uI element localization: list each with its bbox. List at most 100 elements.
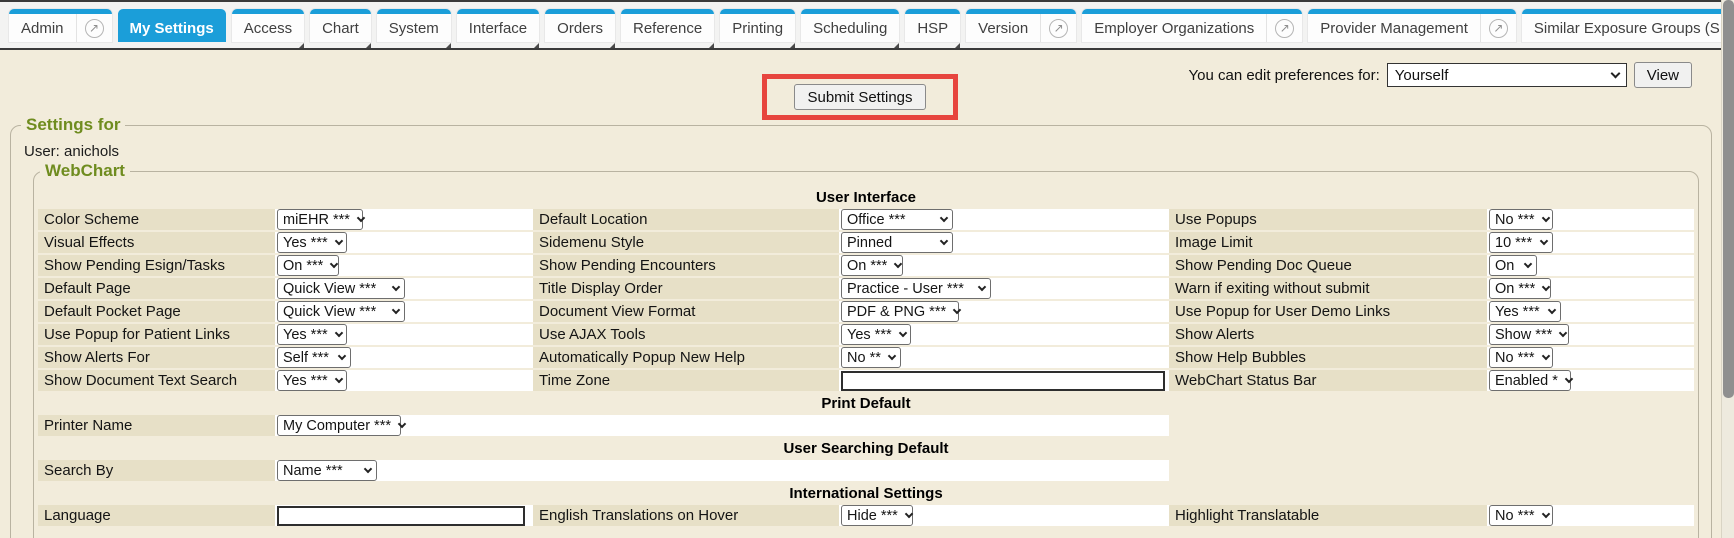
tab-admin-external-link[interactable]: ↗ <box>76 14 112 42</box>
webchart-status-bar-select[interactable]: Enabled * <box>1489 370 1571 391</box>
use-popups-select[interactable]: No *** <box>1489 209 1553 230</box>
visual-effects-select[interactable]: Yes *** <box>277 232 347 253</box>
english-translations-on-hover-select[interactable]: Hide *** <box>841 505 913 526</box>
use-popup-user-demo-links-select[interactable]: Yes *** <box>1489 301 1561 322</box>
table-row: Default Pocket Page Quick View *** Docum… <box>38 301 1694 322</box>
use-popup-patient-links-select[interactable]: Yes *** <box>277 324 347 345</box>
color-scheme-select[interactable]: miEHR *** <box>277 209 363 230</box>
setting-label: Visual Effects <box>38 232 275 253</box>
tab-orders[interactable]: Orders <box>545 9 615 42</box>
table-row: Printer Name My Computer *** <box>38 415 1694 436</box>
use-ajax-tools-select[interactable]: Yes *** <box>841 324 911 345</box>
select-value: Hide *** <box>847 508 898 524</box>
sidemenu-style-select[interactable]: Pinned <box>841 232 953 253</box>
section-header-user-interface: User Interface <box>38 187 1694 207</box>
tab-chart[interactable]: Chart <box>310 9 371 42</box>
menu-corner-icon <box>534 43 539 48</box>
setting-label: Default Page <box>38 278 275 299</box>
select-value: No *** <box>1495 350 1535 366</box>
tab-hsp[interactable]: HSP <box>905 9 960 42</box>
scrollbar-thumb[interactable] <box>1723 0 1734 398</box>
chevron-down-icon <box>334 328 342 336</box>
section-header-international-settings: International Settings <box>38 483 1694 503</box>
select-value: Yes *** <box>283 373 328 389</box>
select-value: My Computer *** <box>283 418 391 434</box>
warn-if-exiting-select[interactable]: On *** <box>1489 278 1551 299</box>
show-document-text-search-select[interactable]: Yes *** <box>277 370 347 391</box>
select-value: Yes *** <box>283 235 328 251</box>
time-zone-input[interactable] <box>841 371 1165 391</box>
vertical-scrollbar[interactable] <box>1721 0 1734 538</box>
tab-interface[interactable]: Interface <box>457 9 539 42</box>
show-pending-esign-tasks-select[interactable]: On *** <box>277 255 339 276</box>
tab-employer-organizations-external-link[interactable]: ↗ <box>1266 14 1302 42</box>
document-view-format-select[interactable]: PDF & PNG *** <box>841 301 959 322</box>
select-value: No ** <box>847 350 881 366</box>
tab-employer-organizations[interactable]: Employer Organizations ↗ <box>1082 9 1302 42</box>
tab-reference-label: Reference <box>621 14 714 42</box>
default-page-select[interactable]: Quick View *** <box>277 278 405 299</box>
tab-printing[interactable]: Printing <box>720 9 795 42</box>
tab-my-settings[interactable]: My Settings <box>118 9 226 42</box>
tab-orders-label: Orders <box>545 14 615 42</box>
select-value: Yes *** <box>1495 304 1540 320</box>
chevron-down-icon <box>1541 509 1549 517</box>
tab-admin[interactable]: Admin ↗ <box>9 9 112 42</box>
chevron-down-icon <box>1610 68 1620 78</box>
select-value: Yes *** <box>847 327 892 343</box>
setting-label: Show Pending Doc Queue <box>1169 255 1487 276</box>
image-limit-select[interactable]: 10 *** <box>1489 232 1553 253</box>
submit-settings-button[interactable]: Submit Settings <box>794 84 925 110</box>
external-link-icon: ↗ <box>85 19 104 38</box>
setting-label: Use AJAX Tools <box>533 324 839 345</box>
printer-name-select[interactable]: My Computer *** <box>277 415 401 436</box>
tab-version-label: Version <box>966 14 1040 42</box>
chevron-down-icon <box>905 509 913 517</box>
show-alerts-select[interactable]: Show *** <box>1489 324 1569 345</box>
menu-corner-icon <box>299 43 304 48</box>
default-location-select[interactable]: Office *** <box>841 209 953 230</box>
tab-reference[interactable]: Reference <box>621 9 714 42</box>
setting-label: Show Pending Esign/Tasks <box>38 255 275 276</box>
show-alerts-for-select[interactable]: Self *** <box>277 347 351 368</box>
tab-similar-exposure-groups-label: Similar Exposure Groups (SEGs) <box>1522 14 1734 42</box>
language-input[interactable] <box>277 506 525 526</box>
setting-label: Show Alerts <box>1169 324 1487 345</box>
select-value: 10 *** <box>1495 235 1532 251</box>
setting-label: Document View Format <box>533 301 839 322</box>
my-settings-page: Admin ↗ My Settings Access Chart System … <box>0 0 1734 538</box>
tab-access[interactable]: Access <box>232 9 304 42</box>
show-pending-doc-queue-select[interactable]: On <box>1489 255 1537 276</box>
show-help-bubbles-select[interactable]: No *** <box>1489 347 1553 368</box>
select-value: Office *** <box>847 212 906 228</box>
auto-popup-new-help-select[interactable]: No ** <box>841 347 901 368</box>
chevron-down-icon <box>1540 236 1548 244</box>
tab-system[interactable]: System <box>377 9 451 42</box>
external-link-icon: ↗ <box>1275 19 1294 38</box>
tab-scheduling[interactable]: Scheduling <box>801 9 899 42</box>
setting-label: English Translations on Hover <box>533 505 839 526</box>
edit-preferences-select[interactable]: Yourself <box>1387 63 1627 87</box>
search-by-select[interactable]: Name *** <box>277 460 377 481</box>
setting-label: Show Help Bubbles <box>1169 347 1487 368</box>
setting-label: Sidemenu Style <box>533 232 839 253</box>
tab-access-label: Access <box>232 14 304 42</box>
select-value: On *** <box>283 258 323 274</box>
tab-provider-management[interactable]: Provider Management ↗ <box>1308 9 1516 42</box>
view-button[interactable]: View <box>1634 62 1692 88</box>
title-display-order-select[interactable]: Practice - User *** <box>841 278 991 299</box>
highlight-translatable-select[interactable]: No *** <box>1489 505 1553 526</box>
chevron-down-icon <box>1548 305 1556 313</box>
show-pending-encounters-select[interactable]: On *** <box>841 255 903 276</box>
select-value: miEHR *** <box>283 212 350 228</box>
chevron-down-icon <box>330 259 338 267</box>
tab-similar-exposure-groups[interactable]: Similar Exposure Groups (SEGs) ↗ <box>1522 9 1734 42</box>
tab-version-external-link[interactable]: ↗ <box>1040 14 1076 42</box>
tab-version[interactable]: Version ↗ <box>966 9 1076 42</box>
tab-provider-management-external-link[interactable]: ↗ <box>1480 14 1516 42</box>
default-pocket-page-select[interactable]: Quick View *** <box>277 301 405 322</box>
setting-label: WebChart Status Bar <box>1169 370 1487 391</box>
select-value: Pinned <box>847 235 892 251</box>
select-value: Name *** <box>283 463 343 479</box>
table-row: Default Page Quick View *** Title Displa… <box>38 278 1694 299</box>
